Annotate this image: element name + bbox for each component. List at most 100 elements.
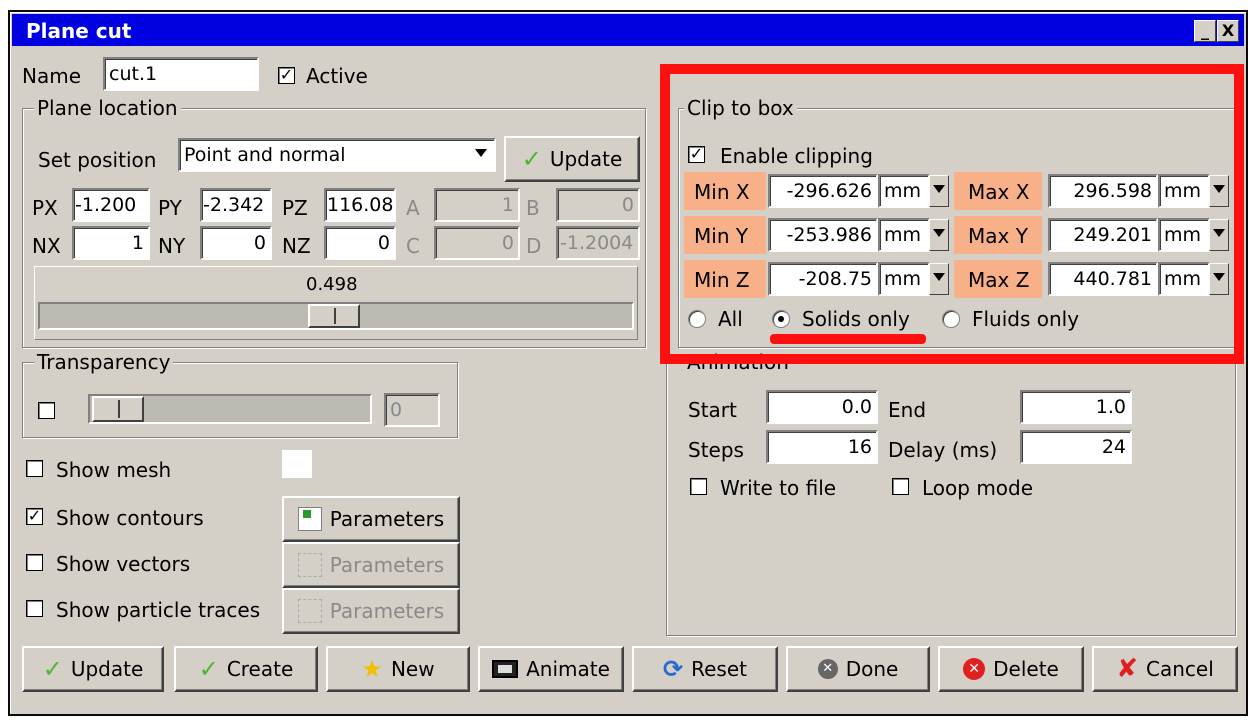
pz-input[interactable]: 116.08: [324, 188, 396, 222]
contours-parameters-label: Parameters: [329, 507, 445, 531]
pz-label: PZ: [282, 196, 308, 220]
set-position-select[interactable]: Point and normal: [178, 138, 496, 172]
minimize-button[interactable]: _: [1194, 20, 1216, 42]
reset-label: Reset: [691, 657, 747, 681]
nx-input[interactable]: 1: [72, 226, 150, 260]
delay-label: Delay (ms): [888, 438, 998, 462]
start-label: Start: [688, 398, 737, 422]
ny-label: NY: [158, 234, 186, 258]
py-label: PY: [158, 196, 182, 220]
reset-button[interactable]: ⟳ Reset: [632, 646, 778, 692]
window-title: Plane cut: [26, 19, 132, 43]
a-label: A: [406, 196, 420, 220]
transparency-checkbox[interactable]: [38, 402, 55, 419]
close-button[interactable]: X: [1217, 20, 1239, 42]
film-icon: [492, 660, 519, 678]
name-input[interactable]: cut.1: [103, 57, 259, 91]
set-position-value: Point and normal: [184, 144, 346, 166]
transparency-value: 0: [384, 393, 440, 427]
show-contours-label: Show contours: [56, 506, 204, 530]
position-slider-value: 0.498: [306, 274, 358, 295]
chevron-down-icon[interactable]: [472, 140, 492, 172]
c-input: 0: [434, 226, 520, 260]
check-icon: ✓: [521, 145, 542, 173]
show-vectors-label: Show vectors: [56, 552, 191, 576]
end-label: End: [888, 398, 927, 422]
transparency-title: Transparency: [34, 350, 174, 374]
loop-mode-label: Loop mode: [922, 476, 1034, 500]
close-icon: X: [1221, 21, 1235, 40]
show-particle-traces-label: Show particle traces: [56, 598, 261, 622]
start-input[interactable]: 0.0: [766, 390, 878, 424]
delete-label: Delete: [993, 657, 1059, 681]
name-label: Name: [22, 64, 82, 88]
steps-input[interactable]: 16: [766, 430, 878, 464]
done-icon: ✕: [817, 659, 838, 679]
cancel-x-icon: ✘: [1116, 654, 1139, 684]
cancel-button[interactable]: ✘ Cancel: [1092, 646, 1238, 692]
a-input: 1: [434, 188, 520, 222]
parameters-icon: [297, 553, 322, 577]
new-label: New: [390, 657, 435, 681]
set-position-label: Set position: [38, 148, 157, 172]
update-button[interactable]: ✓ Update: [22, 646, 164, 692]
steps-label: Steps: [688, 438, 744, 462]
nx-label: NX: [32, 234, 61, 258]
show-contours-checkbox[interactable]: ✓: [26, 508, 43, 525]
d-label: D: [526, 234, 542, 258]
title-bar[interactable]: Plane cut _ X: [12, 14, 1244, 46]
px-label: PX: [32, 196, 58, 220]
animate-label: Animate: [526, 657, 610, 681]
parameters-icon: [297, 507, 322, 531]
cancel-label: Cancel: [1146, 657, 1214, 681]
position-slider-thumb[interactable]: [308, 304, 360, 328]
delete-icon: ✕: [963, 658, 986, 680]
active-label: Active: [306, 64, 368, 88]
update-position-label: Update: [549, 147, 623, 171]
contours-parameters-button[interactable]: Parameters: [282, 496, 460, 542]
d-input: -1.2004: [556, 226, 640, 260]
active-checkbox[interactable]: ✓: [278, 67, 295, 84]
delete-button[interactable]: ✕ Delete: [938, 646, 1084, 692]
show-particle-traces-checkbox[interactable]: [26, 600, 43, 617]
update-position-button[interactable]: ✓ Update: [504, 136, 640, 182]
end-input[interactable]: 1.0: [1020, 390, 1132, 424]
write-to-file-checkbox[interactable]: [690, 478, 707, 495]
transparency-slider-thumb[interactable]: [92, 396, 144, 422]
new-button[interactable]: ★ New: [326, 646, 470, 692]
px-input[interactable]: -1.200: [72, 188, 150, 222]
plane-location-title: Plane location: [34, 96, 181, 120]
mesh-color-swatch[interactable]: [282, 450, 312, 478]
done-label: Done: [845, 657, 899, 681]
create-label: Create: [226, 657, 294, 681]
minimize-icon: _: [1201, 21, 1209, 40]
parameters-icon: [297, 599, 322, 623]
highlight-box: [660, 64, 1244, 364]
vectors-parameters-button[interactable]: Parameters: [282, 542, 460, 588]
show-mesh-label: Show mesh: [56, 458, 172, 482]
check-icon: ✓: [42, 655, 63, 683]
show-vectors-checkbox[interactable]: [26, 554, 43, 571]
loop-mode-checkbox[interactable]: [892, 478, 909, 495]
animate-button[interactable]: Animate: [478, 646, 624, 692]
update-label: Update: [70, 657, 144, 681]
particle-traces-parameters-label: Parameters: [329, 599, 445, 623]
ny-input[interactable]: 0: [200, 226, 272, 260]
refresh-icon: ⟳: [663, 655, 684, 683]
b-label: B: [526, 196, 540, 220]
write-to-file-label: Write to file: [720, 476, 837, 500]
done-button[interactable]: ✕ Done: [786, 646, 930, 692]
c-label: C: [406, 234, 420, 258]
create-button[interactable]: ✓ Create: [174, 646, 318, 692]
vectors-parameters-label: Parameters: [329, 553, 445, 577]
check-icon: ✓: [198, 655, 219, 683]
highlight-underline: [770, 334, 926, 344]
b-input: 0: [556, 188, 640, 222]
nz-label: NZ: [282, 234, 311, 258]
delay-input[interactable]: 24: [1020, 430, 1132, 464]
particle-traces-parameters-button[interactable]: Parameters: [282, 588, 460, 634]
show-mesh-checkbox[interactable]: [26, 460, 43, 477]
py-input[interactable]: -2.342: [200, 188, 272, 222]
star-icon: ★: [361, 655, 383, 683]
nz-input[interactable]: 0: [324, 226, 396, 260]
